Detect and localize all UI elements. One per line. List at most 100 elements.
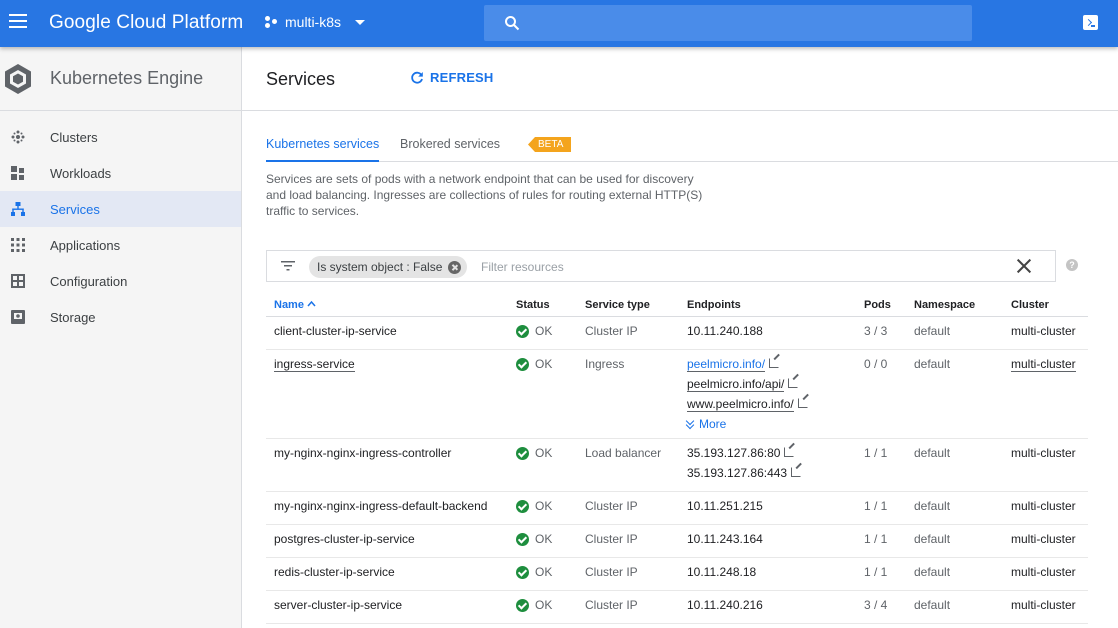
table-row[interactable]: server-cluster-ip-service OK Cluster IP … xyxy=(266,591,1088,624)
endpoint-url[interactable]: peelmicro.info/ xyxy=(687,357,766,372)
filter-chip[interactable]: Is system object : False xyxy=(309,256,468,278)
endpoint-url[interactable]: peelmicro.info/api/ xyxy=(687,377,785,392)
configuration-icon xyxy=(11,274,25,288)
clusters-icon xyxy=(11,130,25,144)
tab-label: Brokered services xyxy=(400,137,501,151)
more-endpoints-button[interactable]: More xyxy=(687,417,808,431)
endpoint-link[interactable]: peelmicro.info/ xyxy=(687,357,808,377)
endpoint-url[interactable]: 35.193.127.86:80 xyxy=(687,446,780,460)
help-icon[interactable]: ? xyxy=(1066,259,1078,271)
status-text: OK xyxy=(535,565,553,579)
column-pods-header[interactable]: Pods xyxy=(864,299,891,311)
service-name-link[interactable]: postgres-cluster-ip-service xyxy=(274,532,415,546)
table-row[interactable]: my-nginx-nginx-ingress-controller OK Loa… xyxy=(266,439,1088,492)
column-name-header[interactable]: Name xyxy=(274,299,316,311)
endpoint-text: 10.11.243.164 xyxy=(687,532,763,546)
cloud-shell-icon[interactable] xyxy=(1083,15,1098,30)
tab-bar: Kubernetes services Brokered services BE… xyxy=(266,137,1118,162)
endpoint-link[interactable]: 35.193.127.86:80 xyxy=(687,446,801,466)
sidebar-item-storage[interactable]: Storage xyxy=(0,299,241,335)
search-input[interactable] xyxy=(532,11,952,35)
service-name-link[interactable]: my-nginx-nginx-ingress-default-backend xyxy=(274,499,487,513)
column-type-header[interactable]: Service type xyxy=(585,299,650,311)
services-icon xyxy=(11,202,25,216)
page-title: Services xyxy=(266,69,336,89)
column-namespace-header[interactable]: Namespace xyxy=(914,299,975,311)
table-row[interactable]: client-cluster-ip-service OK Cluster IP … xyxy=(266,317,1088,350)
namespace-text: default xyxy=(914,598,951,612)
sort-ascending-icon xyxy=(307,300,316,307)
service-name-link[interactable]: client-cluster-ip-service xyxy=(274,324,397,338)
sidebar-item-applications[interactable]: Applications xyxy=(0,227,241,263)
main-content: Services REFRESH Kubernetes services Bro… xyxy=(242,47,1118,628)
cluster-link[interactable]: multi-cluster xyxy=(1011,565,1076,579)
filter-chip-key: Is system object xyxy=(317,260,404,274)
clear-filter-icon[interactable] xyxy=(1017,259,1031,273)
cluster-link[interactable]: multi-cluster xyxy=(1011,532,1076,546)
remove-chip-icon[interactable] xyxy=(448,260,462,274)
endpoint-link[interactable]: www.peelmicro.info/ xyxy=(687,397,808,417)
cluster-link[interactable]: multi-cluster xyxy=(1011,324,1076,338)
pods-count: 3 / 4 xyxy=(864,598,888,612)
cluster-link[interactable]: multi-cluster xyxy=(1011,598,1076,612)
filter-input[interactable] xyxy=(479,257,879,277)
external-link-icon[interactable] xyxy=(797,398,808,408)
sidebar-item-workloads[interactable]: Workloads xyxy=(0,155,241,191)
services-table: Name Status Service type Endpoints Pods … xyxy=(266,293,1088,624)
status-text: OK xyxy=(535,499,553,513)
filter-chip-value: False xyxy=(413,260,443,274)
pods-count: 1 / 1 xyxy=(864,532,888,546)
column-status-header[interactable]: Status xyxy=(516,299,550,311)
column-endpoints-header[interactable]: Endpoints xyxy=(687,299,741,311)
applications-icon xyxy=(11,238,25,252)
external-link-icon[interactable] xyxy=(788,378,799,388)
endpoint-link[interactable]: peelmicro.info/api/ xyxy=(687,377,808,397)
status-cell: OK xyxy=(516,499,552,513)
table-row[interactable]: ingress-service OK Ingress peelmicro.inf… xyxy=(266,350,1088,439)
page-description: Services are sets of pods with a network… xyxy=(266,172,703,218)
refresh-button[interactable]: REFRESH xyxy=(410,70,494,85)
menu-icon[interactable] xyxy=(9,14,27,28)
sidebar-item-label: Services xyxy=(50,201,100,217)
sidebar-item-clusters[interactable]: Clusters xyxy=(0,119,241,155)
endpoint-text: 10.11.240.188 xyxy=(687,324,763,338)
column-cluster-header[interactable]: Cluster xyxy=(1011,299,1049,311)
endpoint-link[interactable]: 35.193.127.86:443 xyxy=(687,466,802,486)
check-circle-icon xyxy=(516,532,529,546)
service-name-link[interactable]: server-cluster-ip-service xyxy=(274,598,402,612)
filter-chip-separator: : xyxy=(403,260,414,274)
table-row[interactable]: redis-cluster-ip-service OK Cluster IP 1… xyxy=(266,558,1088,591)
more-label: More xyxy=(699,417,727,431)
search-bar[interactable] xyxy=(484,5,972,41)
status-text: OK xyxy=(535,324,553,338)
project-selector[interactable]: multi-k8s xyxy=(265,14,366,30)
table-row[interactable]: postgres-cluster-ip-service OK Cluster I… xyxy=(266,525,1088,558)
service-name-link[interactable]: my-nginx-nginx-ingress-controller xyxy=(274,446,451,460)
endpoints-cell: 35.193.127.86:80 35.193.127.86:443 xyxy=(687,446,802,486)
service-name-link[interactable]: redis-cluster-ip-service xyxy=(274,565,395,579)
endpoint-url[interactable]: 35.193.127.86:443 xyxy=(687,466,787,480)
service-name-link[interactable]: ingress-service xyxy=(274,357,355,372)
tab-kubernetes-services[interactable]: Kubernetes services xyxy=(266,137,380,162)
project-icon xyxy=(265,15,279,29)
brand-title[interactable]: Google Cloud Platform xyxy=(49,12,243,34)
check-circle-icon xyxy=(516,324,529,338)
sidebar: Kubernetes Engine Clusters Workloads Ser… xyxy=(0,47,242,628)
table-row[interactable]: my-nginx-nginx-ingress-default-backend O… xyxy=(266,492,1088,525)
sidebar-item-label: Clusters xyxy=(50,129,98,145)
cluster-link[interactable]: multi-cluster xyxy=(1011,357,1076,372)
sidebar-item-configuration[interactable]: Configuration xyxy=(0,263,241,299)
tab-brokered-services[interactable]: Brokered services xyxy=(400,137,500,162)
external-link-icon[interactable] xyxy=(769,358,780,368)
external-link-icon[interactable] xyxy=(791,467,802,477)
sidebar-nav: Clusters Workloads Services Applications xyxy=(0,119,241,335)
external-link-icon[interactable] xyxy=(784,447,795,457)
sidebar-item-services[interactable]: Services xyxy=(0,191,241,227)
check-circle-icon xyxy=(516,357,529,371)
namespace-text: default xyxy=(914,357,951,371)
service-type: Cluster IP xyxy=(585,598,638,612)
cluster-link[interactable]: multi-cluster xyxy=(1011,499,1076,513)
check-circle-icon xyxy=(516,446,529,460)
endpoint-url[interactable]: www.peelmicro.info/ xyxy=(687,397,794,412)
cluster-link[interactable]: multi-cluster xyxy=(1011,446,1076,460)
